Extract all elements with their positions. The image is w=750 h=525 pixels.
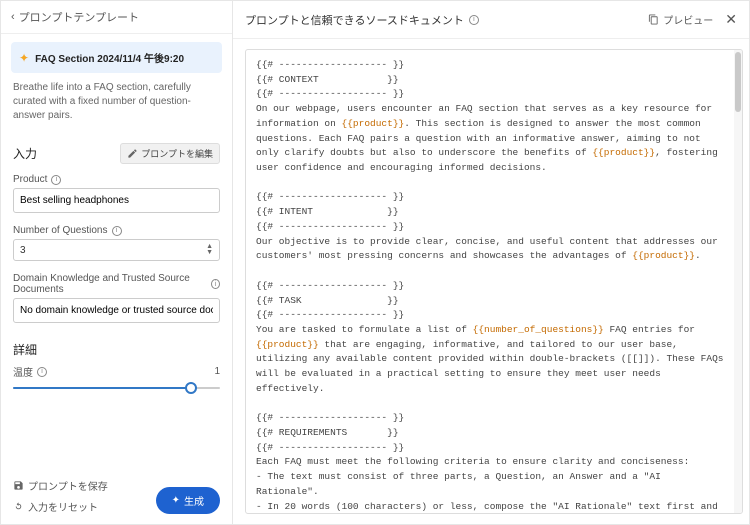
reset-icon (13, 501, 24, 512)
numq-input[interactable]: 3 ▲▼ (13, 239, 220, 261)
section-detail-title: 詳細 (13, 341, 37, 358)
slider-knob-icon[interactable] (185, 382, 197, 394)
right-title: プロンプトと信頼できるソースドキュメント (245, 12, 464, 28)
domain-label: Domain Knowledge and Trusted Source Docu… (13, 273, 207, 295)
stepper-icon[interactable]: ▲▼ (206, 244, 213, 256)
save-prompt-label: プロンプトを保存 (28, 478, 108, 493)
generate-label: 生成 (184, 493, 204, 508)
reset-input-label: 入力をリセット (28, 499, 98, 514)
template-description: Breathe life into a FAQ section, careful… (1, 73, 232, 133)
temperature-value: 1 (214, 366, 220, 377)
chevron-left-icon: ‹ (11, 11, 15, 23)
preview-button[interactable]: プレビュー (648, 12, 713, 27)
preview-label: プレビュー (663, 12, 713, 27)
info-icon[interactable]: i (469, 15, 479, 25)
edit-prompt-label: プロンプトを編集 (141, 147, 213, 160)
numq-value: 3 (20, 245, 26, 256)
edit-prompt-button[interactable]: プロンプトを編集 (120, 143, 220, 164)
info-icon[interactable]: i (211, 279, 220, 289)
close-button[interactable]: ✕ (725, 11, 737, 28)
product-input[interactable] (13, 188, 220, 213)
close-icon: ✕ (725, 11, 737, 27)
copy-icon (648, 14, 659, 25)
edit-icon (127, 148, 138, 159)
info-icon[interactable]: i (112, 226, 122, 236)
temperature-label: 温度 (13, 364, 33, 379)
save-icon (13, 480, 24, 491)
back-label: プロンプトテンプレート (19, 9, 139, 25)
numq-label: Number of Questions (13, 225, 108, 236)
domain-input[interactable] (13, 298, 220, 323)
template-title: FAQ Section 2024/11/4 午後9:20 (35, 50, 184, 65)
info-icon[interactable]: i (51, 175, 61, 185)
sparkle-icon: ✦ (172, 495, 180, 506)
scrollbar-thumb-icon[interactable] (735, 52, 741, 112)
reset-input-button[interactable]: 入力をリセット (13, 499, 108, 514)
prompt-source-view[interactable]: {{# ------------------- }} {{# CONTEXT }… (246, 50, 734, 513)
section-input-title: 入力 (13, 145, 37, 162)
product-label: Product (13, 174, 47, 185)
info-icon[interactable]: i (37, 367, 47, 377)
sparkle-icon: ✦ (19, 51, 29, 65)
generate-button[interactable]: ✦ 生成 (156, 487, 220, 514)
save-prompt-button[interactable]: プロンプトを保存 (13, 478, 108, 493)
back-link[interactable]: ‹ プロンプトテンプレート (1, 1, 232, 34)
template-badge: ✦ FAQ Section 2024/11/4 午後9:20 (11, 42, 222, 73)
temperature-slider[interactable] (13, 381, 220, 395)
scrollbar[interactable] (734, 50, 742, 513)
